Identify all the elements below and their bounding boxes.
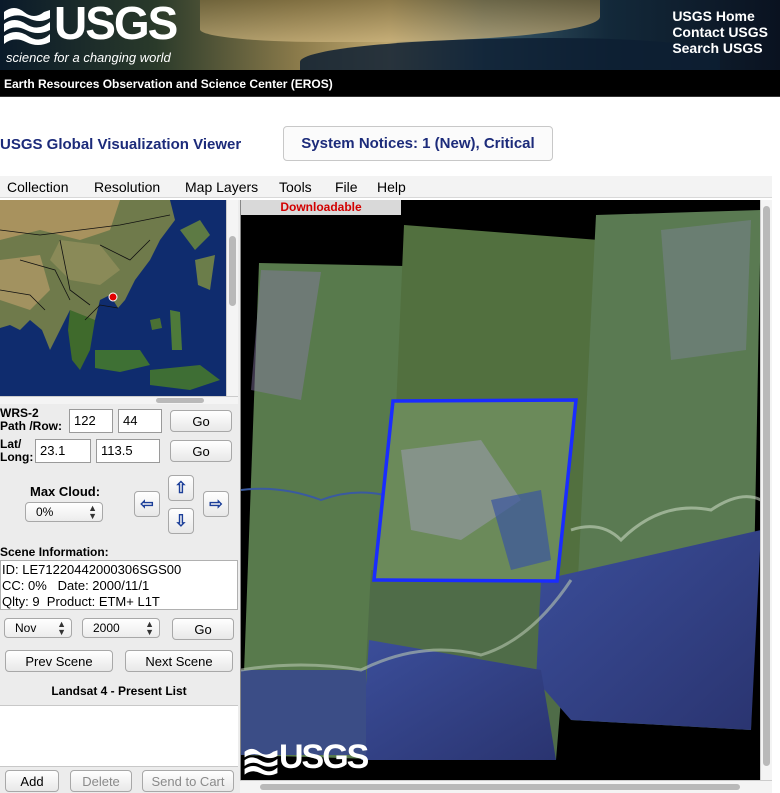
menu-tools[interactable]: Tools bbox=[279, 179, 312, 195]
viewer-vertical-scrollbar[interactable] bbox=[760, 200, 772, 780]
scene-cc-date: CC: 0% Date: 2000/11/1 bbox=[2, 578, 150, 593]
scene-info-heading: Scene Information: bbox=[0, 545, 109, 559]
app-title: USGS Global Visualization Viewer bbox=[0, 136, 242, 153]
month-select[interactable]: Nov ▲ ▼ bbox=[4, 618, 72, 638]
usgs-home-link[interactable]: USGS Home bbox=[672, 8, 768, 24]
date-go-button[interactable]: Go bbox=[172, 618, 234, 640]
path-row-go-button[interactable]: Go bbox=[170, 410, 232, 432]
latitude-input[interactable]: 23.1 bbox=[35, 439, 91, 463]
prev-scene-button[interactable]: Prev Scene bbox=[5, 650, 113, 672]
usgs-watermark-word: USGS bbox=[279, 738, 369, 776]
menu-help[interactable]: Help bbox=[377, 179, 406, 195]
year-value: 2000 bbox=[93, 621, 120, 635]
longitude-input[interactable]: 113.5 bbox=[96, 439, 160, 463]
overview-vertical-scrollbar[interactable] bbox=[226, 200, 238, 396]
menu-file[interactable]: File bbox=[335, 179, 358, 195]
header-links: USGS Home Contact USGS Search USGS bbox=[672, 8, 768, 56]
scene-info-box: ID: LE71220442000306SGS00 CC: 0% Date: 2… bbox=[0, 560, 238, 610]
usgs-header-banner: USGS science for a changing world USGS H… bbox=[0, 0, 780, 70]
asia-overview-map-image bbox=[0, 200, 226, 396]
year-select[interactable]: 2000 ▲ ▼ bbox=[82, 618, 160, 638]
contact-usgs-link[interactable]: Contact USGS bbox=[672, 24, 768, 40]
usgs-watermark: USGS bbox=[241, 738, 371, 780]
usgs-wave-logo-icon bbox=[4, 8, 50, 45]
send-to-cart-button[interactable]: Send to Cart bbox=[142, 770, 234, 792]
usgs-tagline: science for a changing world bbox=[6, 50, 171, 65]
landsat-scene-mosaic-image bbox=[241, 210, 762, 760]
select-arrows-icon: ▲ ▼ bbox=[145, 619, 154, 637]
eros-center-name: Earth Resources Observation and Science … bbox=[4, 77, 333, 91]
max-cloud-label: Max Cloud: bbox=[30, 484, 101, 499]
banner-sea-image bbox=[300, 38, 720, 70]
max-cloud-value: 0% bbox=[36, 505, 54, 519]
menu-bar: Collection Resolution Map Layers Tools F… bbox=[0, 176, 772, 198]
row-input[interactable]: 44 bbox=[118, 409, 162, 433]
scene-quality-product: Qlty: 9 Product: ETM+ L1T bbox=[2, 594, 160, 609]
next-scene-button[interactable]: Next Scene bbox=[125, 650, 233, 672]
usgs-logo[interactable]: USGS science for a changing world bbox=[4, 0, 179, 68]
arrow-right-icon: ⇨ bbox=[209, 496, 223, 513]
lat-long-go-button[interactable]: Go bbox=[170, 440, 232, 462]
scene-list[interactable] bbox=[0, 705, 238, 767]
scene-id: ID: LE71220442000306SGS00 bbox=[2, 562, 182, 577]
viewer-horizontal-scrollbar[interactable] bbox=[240, 780, 772, 793]
usgs-logo-word: USGS bbox=[54, 0, 178, 49]
pan-right-button[interactable]: ⇨ bbox=[203, 491, 229, 517]
select-arrows-icon: ▲ ▼ bbox=[57, 619, 66, 637]
lat-long-label: Lat/ Long: bbox=[0, 437, 34, 464]
menu-collection[interactable]: Collection bbox=[7, 179, 68, 195]
search-usgs-link[interactable]: Search USGS bbox=[672, 40, 768, 56]
scene-viewer[interactable]: Downloadable USGS bbox=[240, 200, 772, 780]
system-notices-button[interactable]: System Notices: 1 (New), Critical bbox=[283, 126, 553, 161]
control-panel: WRS-2 Path /Row: 122 44 Go Lat/ Long: 23… bbox=[0, 200, 240, 793]
usgs-watermark-wave-icon bbox=[244, 748, 278, 776]
arrow-left-icon: ⇦ bbox=[140, 496, 154, 513]
select-arrows-icon: ▲ ▼ bbox=[88, 503, 97, 521]
scene-list-heading: Landsat 4 - Present List bbox=[51, 684, 187, 698]
delete-scene-button[interactable]: Delete bbox=[70, 770, 132, 792]
downloadable-status: Downloadable bbox=[241, 200, 401, 215]
pan-left-button[interactable]: ⇦ bbox=[134, 491, 160, 517]
wrs2-label: WRS-2 Path /Row: bbox=[0, 406, 62, 433]
eros-center-bar: Earth Resources Observation and Science … bbox=[0, 70, 780, 97]
pan-down-button[interactable]: ⇩ bbox=[168, 508, 194, 534]
arrow-down-icon: ⇩ bbox=[174, 513, 188, 530]
arrow-up-icon: ⇧ bbox=[174, 480, 188, 497]
menu-resolution[interactable]: Resolution bbox=[94, 179, 160, 195]
menu-map-layers[interactable]: Map Layers bbox=[185, 179, 258, 195]
pan-up-button[interactable]: ⇧ bbox=[168, 475, 194, 501]
overview-map[interactable] bbox=[0, 200, 226, 396]
max-cloud-select[interactable]: 0% ▲ ▼ bbox=[25, 502, 103, 522]
overview-horizontal-scrollbar[interactable] bbox=[0, 396, 238, 404]
add-scene-button[interactable]: Add bbox=[5, 770, 59, 792]
path-input[interactable]: 122 bbox=[69, 409, 113, 433]
banner-land-image bbox=[200, 0, 600, 42]
month-value: Nov bbox=[15, 621, 37, 635]
